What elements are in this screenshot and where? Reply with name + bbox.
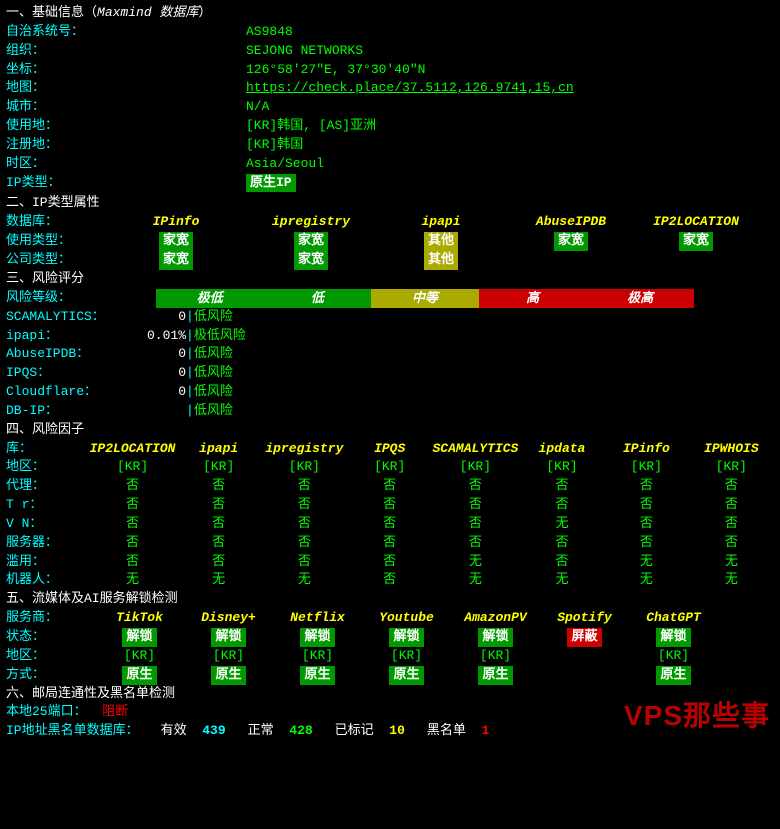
region-row: 地区： [KR] [KR] [KR] [KR] [KR] [KR] xyxy=(6,647,718,666)
status-badge: 屏蔽 xyxy=(567,628,601,647)
mode-badge: 原生 xyxy=(389,666,423,685)
mode-row: 方式： 原生 原生 原生 原生 原生 原生 xyxy=(6,666,718,685)
risk-score-row: DB-IP：|低风险 xyxy=(6,402,774,421)
risk-score-row: IPQS：0|低风险 xyxy=(6,364,774,383)
use-type-row: 使用类型： 家宽 家宽 其他 家宽 家宽 xyxy=(6,232,756,251)
watermark: VPS那些事 xyxy=(624,696,770,737)
iptype-row: IP类型： 原生IP xyxy=(6,174,774,193)
section-2-title: 二、IP类型属性 xyxy=(6,194,774,213)
status-badge: 解锁 xyxy=(656,628,690,647)
factor-row: V N：否否否否否无否否 xyxy=(6,515,774,534)
status-badge: 解锁 xyxy=(211,628,245,647)
risk-score-row: AbuseIPDB：0|低风险 xyxy=(6,345,774,364)
risk-bar-segment: 极高 xyxy=(586,289,694,308)
use-type-badge: 家宽 xyxy=(679,232,713,251)
status-badge: 解锁 xyxy=(300,628,334,647)
factor-row: T r：否否否否否否否否 xyxy=(6,496,774,515)
section-4-title: 四、风险因子 xyxy=(6,421,774,440)
mode-badge: 原生 xyxy=(122,666,156,685)
tz-row: 时区：Asia/Seoul xyxy=(6,155,774,174)
risk-level-bar-row: 风险等级： 极低 低 中等 高 极高 xyxy=(6,289,774,308)
city-row: 城市：N/A xyxy=(6,98,774,117)
factor-row: 地区：[KR][KR][KR][KR][KR][KR][KR][KR] xyxy=(6,458,774,477)
section-5-title: 五、流媒体及AI服务解锁检测 xyxy=(6,590,774,609)
section-3-title: 三、风险评分 xyxy=(6,270,774,289)
status-row: 状态： 解锁 解锁 解锁 解锁 解锁 屏蔽 解锁 xyxy=(6,628,718,647)
status-badge: 解锁 xyxy=(122,628,156,647)
risk-bar-segment: 高 xyxy=(479,289,587,308)
company-type-badge: 家宽 xyxy=(159,251,193,270)
factor-row: 代理：否否否否否否否否 xyxy=(6,477,774,496)
status-badge: 解锁 xyxy=(389,628,423,647)
map-row: 地图：https://check.place/37.5112,126.9741,… xyxy=(6,79,774,98)
iptype-table: 数据库： IPinfo ipregistry ipapi AbuseIPDB I… xyxy=(6,213,756,270)
native-ip-badge: 原生IP xyxy=(246,174,296,193)
company-type-badge: 家宽 xyxy=(294,251,328,270)
risk-score-row: ipapi：0.01%|极低风险 xyxy=(6,327,774,346)
risk-factors-table: 库： IP2LOCATION ipapi ipregistry IPQS SCA… xyxy=(6,440,774,591)
factor-row: 滥用：否否否否无否无无 xyxy=(6,553,774,572)
section-1-title: 一、基础信息（Maxmind 数据库） xyxy=(6,4,774,23)
use-type-badge: 家宽 xyxy=(294,232,328,251)
risk-score-row: Cloudflare：0|低风险 xyxy=(6,383,774,402)
asn-row: 自治系统号：AS9848 xyxy=(6,23,774,42)
company-type-row: 公司类型： 家宽 家宽 其他 xyxy=(6,251,756,270)
mode-badge: 原生 xyxy=(478,666,512,685)
risk-bar-segment: 低 xyxy=(264,289,372,308)
coord-row: 坐标：126°58′27″E, 37°30′40″N xyxy=(6,61,774,80)
media-table: 服务商： TikTok Disney+ Netflix Youtube Amaz… xyxy=(6,609,718,684)
factor-row: 机器人：无无无否无无无无 xyxy=(6,571,774,590)
risk-bar-segment: 中等 xyxy=(371,289,479,308)
use-type-badge: 家宽 xyxy=(159,232,193,251)
org-row: 组织：SEJONG NETWORKS xyxy=(6,42,774,61)
use-type-badge: 其他 xyxy=(424,232,458,251)
risk-bar-segment: 极低 xyxy=(156,289,264,308)
mode-badge: 原生 xyxy=(211,666,245,685)
reg-loc-row: 注册地：[KR]韩国 xyxy=(6,136,774,155)
mode-badge: 原生 xyxy=(300,666,334,685)
risk-score-row: SCAMALYTICS：0|低风险 xyxy=(6,308,774,327)
map-link[interactable]: https://check.place/37.5112,126.9741,15,… xyxy=(246,79,574,98)
factor-row: 服务器：否否否否否否否否 xyxy=(6,534,774,553)
company-type-badge: 其他 xyxy=(424,251,458,270)
use-loc-row: 使用地：[KR]韩国, [AS]亚洲 xyxy=(6,117,774,136)
status-badge: 解锁 xyxy=(478,628,512,647)
use-type-badge: 家宽 xyxy=(554,232,588,251)
mode-badge: 原生 xyxy=(656,666,690,685)
